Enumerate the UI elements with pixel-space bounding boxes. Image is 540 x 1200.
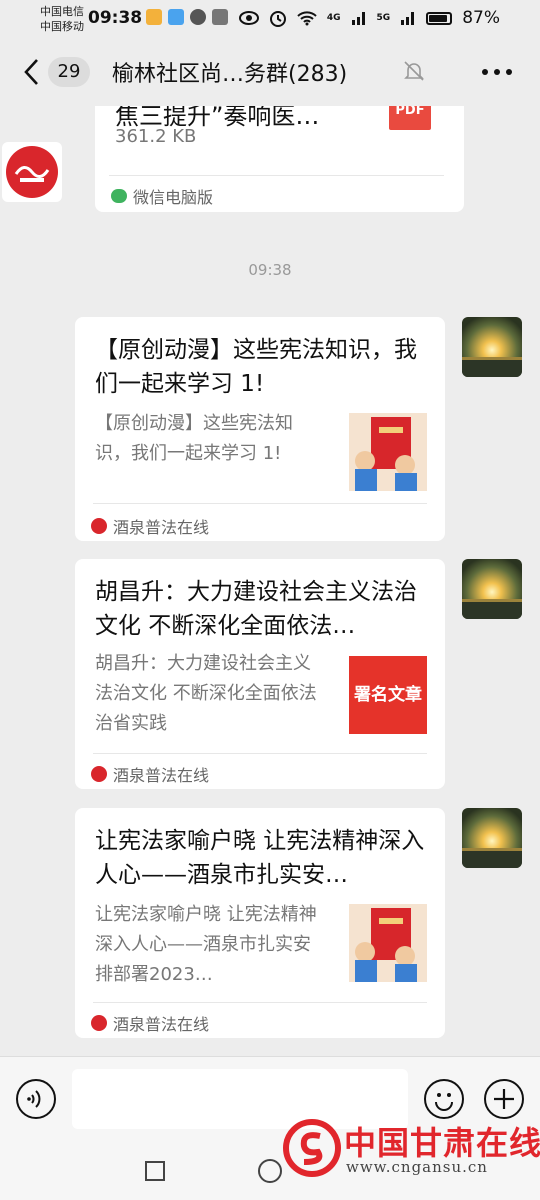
battery-icon <box>426 11 453 25</box>
watermark: 中国甘肃在线 www.cngansu.cn <box>282 1112 540 1186</box>
back-arrow-icon[interactable] <box>22 58 40 86</box>
status-bar: 中国电信 中国移动 09:38 4G 5G 87% <box>0 0 540 38</box>
eye-icon <box>238 11 259 25</box>
sender-avatar[interactable] <box>2 142 62 202</box>
article-title: 让宪法家喻户晓 让宪法精神深入人心——酒泉市扎实安… <box>95 828 425 888</box>
sunset-avatar-icon <box>462 808 522 868</box>
battery-percent: 87% <box>462 8 500 28</box>
article-card[interactable]: 让宪法家喻户晓 让宪法精神深入人心——酒泉市扎实安… 让宪法家喻户晓 让宪法精神… <box>75 808 445 1038</box>
article-thumbnail: 署名文章 <box>349 656 427 734</box>
gallery-icon <box>212 9 228 25</box>
thumbnail-label: 署名文章 <box>354 685 422 705</box>
article-thumbnail <box>349 413 427 491</box>
article-title: 【原创动漫】这些宪法知识，我们一起来学习 1! <box>95 337 417 397</box>
divider <box>109 175 444 176</box>
more-options-icon[interactable] <box>480 62 514 82</box>
my-avatar[interactable] <box>462 559 522 619</box>
article-source: 酒泉普法在线 <box>91 514 209 538</box>
sunset-avatar-icon <box>462 559 522 619</box>
xuexi-logo-icon <box>4 144 60 200</box>
notification-icons <box>146 9 228 25</box>
signal-icon <box>351 12 365 25</box>
pdf-file-icon: PDF <box>389 106 431 130</box>
chat-area[interactable]: 焦三提升”奏响医… 361.2 KB PDF 微信电脑版 09:38 【原创动漫… <box>0 106 540 1056</box>
article-description: 让宪法家喻户晓 让宪法精神深入人心——酒泉市扎实安排部署2023… <box>95 904 317 985</box>
article-description: 【原创动漫】这些宪法知识，我们一起来学习 1! <box>95 413 293 464</box>
file-message[interactable]: 焦三提升”奏响医… 361.2 KB PDF 微信电脑版 <box>95 106 464 212</box>
article-source-label: 酒泉普法在线 <box>113 518 210 537</box>
recents-button[interactable] <box>145 1161 165 1181</box>
carrier-2: 中国移动 <box>40 20 84 33</box>
jiuquan-law-icon <box>91 766 107 782</box>
message-timestamp: 09:38 <box>248 261 292 279</box>
jiuquan-law-icon <box>91 1015 107 1031</box>
mute-bell-icon <box>404 61 424 81</box>
sunset-avatar-icon <box>462 317 522 377</box>
article-source-label: 酒泉普法在线 <box>113 766 210 785</box>
watermark-url: www.cngansu.cn <box>346 1158 488 1176</box>
article-source: 酒泉普法在线 <box>91 762 209 786</box>
article-source: 酒泉普法在线 <box>91 1011 209 1035</box>
jiuquan-law-icon <box>91 518 107 534</box>
weather-icon <box>168 9 184 25</box>
group-title: 榆林社区尚…务群(283) <box>112 62 348 87</box>
chat-header: 29 榆林社区尚…务群(283) <box>0 38 540 106</box>
alarm-icon <box>269 11 286 27</box>
unread-count-badge[interactable]: 29 <box>48 57 90 87</box>
divider <box>93 503 427 504</box>
home-button[interactable] <box>258 1159 282 1183</box>
network-5g: 5G <box>376 13 391 23</box>
voice-input-button[interactable] <box>16 1079 56 1119</box>
cngansu-logo-icon <box>283 1119 341 1177</box>
wifi-icon <box>297 11 317 26</box>
carrier-info: 中国电信 中国移动 <box>40 4 84 34</box>
article-thumbnail <box>349 904 427 982</box>
article-title: 胡昌升：大力建设社会主义法治文化 不断深化全面依法… <box>95 579 417 639</box>
taobao-icon <box>146 9 162 25</box>
article-card[interactable]: 【原创动漫】这些宪法知识，我们一起来学习 1! 【原创动漫】这些宪法知识，我们一… <box>75 317 445 541</box>
my-avatar[interactable] <box>462 808 522 868</box>
message-icon <box>190 9 206 25</box>
divider <box>93 1002 427 1003</box>
divider <box>93 753 427 754</box>
signal-icon <box>401 12 415 25</box>
article-source-label: 酒泉普法在线 <box>113 1015 210 1034</box>
file-source: 微信电脑版 <box>111 184 213 208</box>
file-size: 361.2 KB <box>115 126 197 147</box>
constitution-book-icon <box>349 904 427 982</box>
system-status: 4G 5G 87% <box>238 8 500 28</box>
article-description: 胡昌升：大力建设社会主义法治文化 不断深化全面依法治省实践 <box>95 653 317 734</box>
my-avatar[interactable] <box>462 317 522 377</box>
status-time: 09:38 <box>88 8 143 28</box>
article-card[interactable]: 胡昌升：大力建设社会主义法治文化 不断深化全面依法… 胡昌升：大力建设社会主义法… <box>75 559 445 789</box>
constitution-book-icon <box>349 413 427 491</box>
carrier-1: 中国电信 <box>40 5 84 18</box>
wechat-icon <box>111 189 127 203</box>
network-4g: 4G <box>326 13 341 23</box>
file-source-label: 微信电脑版 <box>133 188 214 207</box>
voice-icon <box>27 1090 41 1108</box>
